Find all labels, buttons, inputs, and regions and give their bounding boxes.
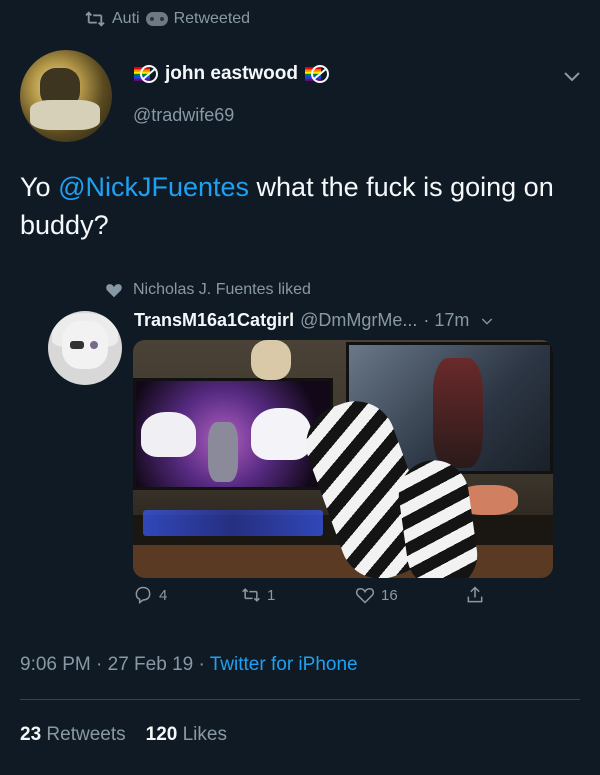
- quoted-display-name[interactable]: TransM16a1Catgirl: [134, 310, 294, 331]
- tweet-prefix: Yo: [20, 172, 59, 202]
- likes-count: 120: [145, 724, 178, 745]
- author-avatar[interactable]: [20, 50, 112, 142]
- reply-action[interactable]: 4: [133, 585, 167, 605]
- reply-icon: [135, 586, 151, 604]
- author-handle[interactable]: @tradwife69: [133, 105, 234, 126]
- reply-count: 4: [159, 586, 168, 604]
- liked-context: Nicholas J. Fuentes liked: [105, 281, 311, 299]
- quoted-time: · 17m: [423, 310, 470, 330]
- like-action[interactable]: 16: [355, 585, 398, 605]
- quoted-handle[interactable]: @DmMgrMe...: [300, 310, 417, 331]
- likes-stat[interactable]: 120 Likes: [146, 724, 227, 746]
- engagement-stats: 23 Retweets 120 Likes: [20, 724, 227, 746]
- retweet-action[interactable]: 1: [241, 585, 275, 605]
- likes-label: Likes: [182, 724, 227, 745]
- share-icon: [467, 586, 483, 603]
- retweet-count: 1: [267, 586, 276, 604]
- tweet-text: Yo @NickJFuentes what the fuck is going …: [20, 168, 580, 244]
- quoted-author-avatar[interactable]: [48, 311, 122, 385]
- retweeted-label: Retweeted: [173, 10, 251, 27]
- author-name-row: john eastwood: [133, 63, 330, 85]
- author-display-name[interactable]: john eastwood: [165, 63, 298, 85]
- retweeter-name[interactable]: Auti: [112, 10, 140, 28]
- quoted-media-photo[interactable]: [133, 340, 553, 578]
- heart-icon: [355, 587, 375, 604]
- retweet-context: Auti Retweeted: [84, 10, 250, 28]
- retweet-icon: [242, 588, 260, 602]
- retweet-icon: [85, 11, 105, 27]
- liked-by-label[interactable]: Nicholas J. Fuentes liked: [133, 281, 311, 299]
- chevron-down-icon[interactable]: [479, 313, 495, 329]
- heart-icon: [106, 284, 122, 298]
- game-controller-icon: [145, 12, 168, 26]
- chevron-down-icon[interactable]: [560, 64, 584, 88]
- divider: [20, 699, 580, 700]
- share-action[interactable]: [465, 585, 485, 605]
- rainbow-flag-no-icon: [134, 65, 158, 83]
- retweets-count: 23: [20, 724, 42, 745]
- mention-link[interactable]: @NickJFuentes: [58, 172, 249, 202]
- tweet-timestamp: 9:06 PM · 27 Feb 19 · Twitter for iPhone: [20, 654, 358, 676]
- timestamp-text[interactable]: 9:06 PM · 27 Feb 19 ·: [20, 654, 210, 675]
- retweets-stat[interactable]: 23 Retweets: [20, 724, 126, 746]
- quoted-author-row: TransM16a1Catgirl @DmMgrMe... · 17m: [134, 310, 495, 331]
- retweets-label: Retweets: [46, 724, 126, 745]
- rainbow-flag-no-icon: [305, 65, 329, 83]
- client-app-link[interactable]: Twitter for iPhone: [210, 654, 358, 675]
- like-count: 16: [381, 586, 398, 604]
